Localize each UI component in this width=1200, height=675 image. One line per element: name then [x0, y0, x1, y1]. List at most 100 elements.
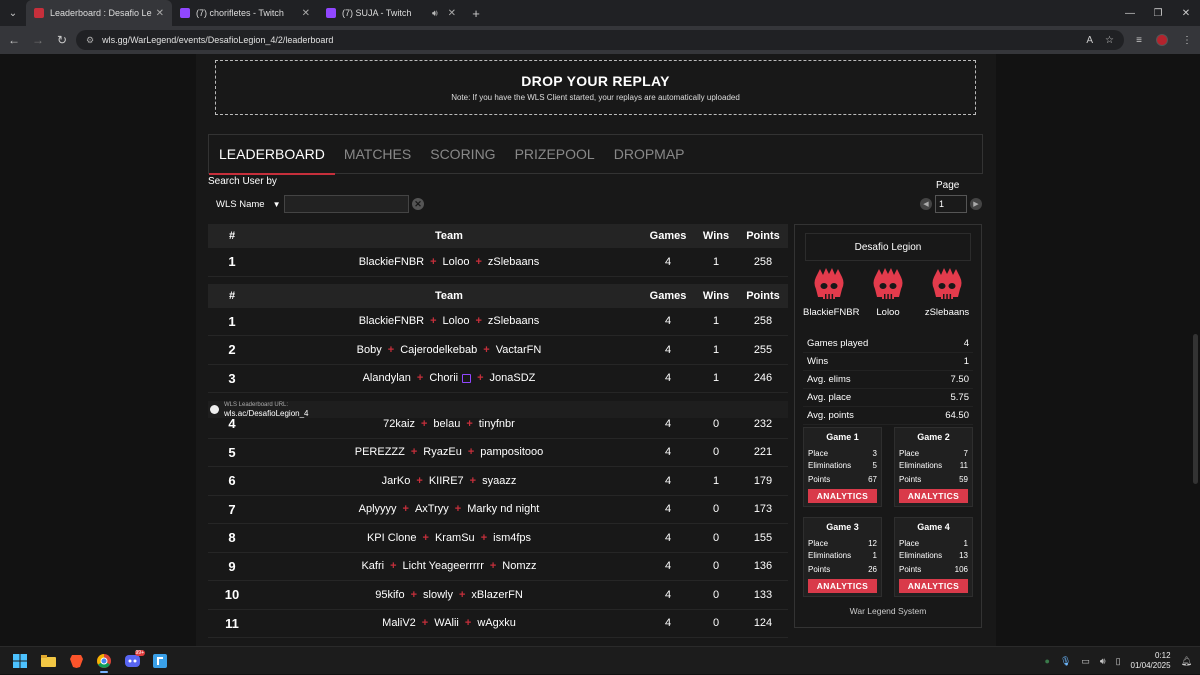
highlighted-team-row[interactable]: 1 BlackieFNBR + Loloo + zSlebaans 4 1 25…: [208, 248, 788, 277]
page-number-input[interactable]: 1: [935, 195, 967, 213]
profile-avatar[interactable]: [1156, 34, 1168, 46]
close-icon[interactable]: ✕: [448, 8, 456, 19]
table-row[interactable]: 7 Aplyyyy + AxTryy + Marky nd night 4 0 173: [208, 495, 788, 524]
browser-tab-chorifletes[interactable]: (7) chorifletes - Twitch ✕: [172, 0, 318, 26]
close-window-icon[interactable]: ✕: [1172, 0, 1200, 26]
player-name[interactable]: KIIRE7: [429, 475, 464, 487]
tab-matches[interactable]: MATCHES: [344, 134, 411, 174]
player-name[interactable]: KPI Clone: [367, 532, 417, 544]
tab-search-button[interactable]: ⌄: [0, 0, 26, 26]
shield-icon[interactable]: ●: [1045, 656, 1050, 666]
tab-dropmap[interactable]: DROPMAP: [614, 134, 685, 174]
analytics-button[interactable]: ANALYTICS: [808, 489, 877, 503]
player-name[interactable]: zSlebaans: [488, 256, 539, 268]
browser-tab-leaderboard[interactable]: Leaderboard : Desafio Legion - ✕: [26, 0, 172, 26]
brave-button[interactable]: [62, 647, 90, 675]
table-row[interactable]: 5 PEREZZZ + RyazEu + pampositooo 4 0 221: [208, 438, 788, 467]
table-row[interactable]: 8 KPI Clone + KramSu + ism4fps 4 0 155: [208, 524, 788, 553]
bookmark-star-icon[interactable]: ☆: [1105, 35, 1114, 46]
prev-page-icon[interactable]: ◀: [920, 198, 932, 210]
player-name[interactable]: Loloo: [443, 256, 470, 268]
player-name[interactable]: ism4fps: [493, 532, 531, 544]
player-name[interactable]: 72kaiz: [383, 418, 415, 430]
forward-icon[interactable]: →: [26, 33, 50, 47]
start-button[interactable]: [6, 647, 34, 675]
player-name[interactable]: Marky nd night: [467, 503, 539, 515]
player-name[interactable]: syaazz: [482, 475, 516, 487]
clear-search-icon[interactable]: ✕: [412, 198, 424, 210]
address-bar[interactable]: ⚙ wls.gg/WarLegend/events/DesafioLegion_…: [76, 30, 1124, 50]
network-icon[interactable]: ▭: [1081, 656, 1090, 667]
player-name[interactable]: PEREZZZ: [355, 446, 405, 458]
team-player[interactable]: zSlebaans: [921, 267, 973, 318]
tab-leaderboard[interactable]: LEADERBOARD: [209, 134, 335, 175]
player-name[interactable]: belau: [433, 418, 460, 430]
table-row[interactable]: 1 BlackieFNBR + Loloo + zSlebaans 4 1 258: [208, 307, 788, 336]
player-name[interactable]: pampositooo: [480, 446, 543, 458]
player-name[interactable]: Nomzz: [502, 560, 536, 572]
reload-icon[interactable]: ↻: [50, 33, 74, 47]
site-info-icon[interactable]: ⚙: [86, 35, 94, 46]
table-row[interactable]: 6 JarKo + KIIRE7 + syaazz 4 1 179: [208, 467, 788, 496]
tab-prizepool[interactable]: PRIZEPOOL: [515, 134, 595, 174]
analytics-button[interactable]: ANALYTICS: [899, 489, 968, 503]
close-icon[interactable]: ✕: [156, 8, 164, 19]
player-name[interactable]: MaliV2: [382, 617, 416, 629]
player-name[interactable]: wAgxku: [477, 617, 516, 629]
table-row[interactable]: 9 Kafri + Licht Yeageerrrrr + Nomzz 4 0 136: [208, 552, 788, 581]
table-row[interactable]: 3 Alandylan + Chorii + JonaSDZ 4 1 246: [208, 364, 788, 393]
next-page-icon[interactable]: ▶: [970, 198, 982, 210]
drop-replay-zone[interactable]: DROP YOUR REPLAY Note: If you have the W…: [215, 60, 976, 115]
player-name[interactable]: 95kifo: [375, 589, 404, 601]
team-player[interactable]: Loloo: [862, 267, 914, 318]
player-name[interactable]: zSlebaans: [488, 315, 539, 327]
file-explorer-button[interactable]: [34, 647, 62, 675]
menu-kebab-icon[interactable]: ⋮: [1182, 35, 1192, 46]
player-name[interactable]: JarKo: [382, 475, 411, 487]
analytics-button[interactable]: ANALYTICS: [899, 579, 968, 593]
analytics-button[interactable]: ANALYTICS: [808, 579, 877, 593]
search-field-select[interactable]: WLS Name ▼: [208, 195, 281, 213]
volume-icon[interactable]: 🔊︎: [1100, 656, 1106, 667]
player-name[interactable]: slowly: [423, 589, 453, 601]
speaker-icon[interactable]: 🔊︎: [432, 8, 438, 19]
new-tab-button[interactable]: +: [464, 0, 488, 26]
app-button[interactable]: [146, 647, 174, 675]
player-name[interactable]: WAlii: [434, 617, 459, 629]
player-name[interactable]: Aplyyyy: [359, 503, 397, 515]
twitch-live-icon[interactable]: [462, 373, 472, 383]
maximize-icon[interactable]: ❐: [1144, 0, 1172, 26]
microphone-icon[interactable]: 🎙︎: [1060, 656, 1071, 667]
media-controls-icon[interactable]: ≡: [1136, 35, 1142, 46]
translate-icon[interactable]: A: [1086, 35, 1093, 46]
player-name[interactable]: JonaSDZ: [490, 372, 536, 384]
table-row[interactable]: 2 Boby + Cajerodelkebab + VactarFN 4 1 255: [208, 336, 788, 365]
player-name[interactable]: BlackieFNBR: [359, 315, 424, 327]
player-name[interactable]: Licht Yeageerrrrr: [403, 560, 484, 572]
player-name[interactable]: KramSu: [435, 532, 475, 544]
player-name[interactable]: Chorii: [429, 372, 458, 384]
player-name[interactable]: Boby: [357, 344, 382, 356]
chrome-button[interactable]: [90, 647, 118, 675]
clock[interactable]: 0:12 01/04/2025: [1131, 651, 1171, 671]
minimize-icon[interactable]: —: [1116, 0, 1144, 26]
player-name[interactable]: Loloo: [443, 315, 470, 327]
battery-icon[interactable]: ▯: [1116, 656, 1121, 667]
page-scrollbar[interactable]: [1193, 334, 1198, 484]
search-input[interactable]: [284, 195, 409, 213]
player-name[interactable]: BlackieFNBR: [359, 256, 424, 268]
player-name[interactable]: Alandylan: [363, 372, 411, 384]
team-player[interactable]: BlackieFNBR: [803, 267, 860, 318]
back-icon[interactable]: ←: [2, 33, 26, 47]
player-name[interactable]: AxTryy: [415, 503, 449, 515]
table-row[interactable]: 10 95kifo + slowly + xBlazerFN 4 0 133: [208, 581, 788, 610]
discord-button[interactable]: 99+: [118, 647, 146, 675]
player-name[interactable]: Cajerodelkebab: [400, 344, 477, 356]
notification-bell-icon[interactable]: 🔔︎: [1181, 656, 1192, 667]
player-name[interactable]: VactarFN: [496, 344, 542, 356]
player-name[interactable]: tinyfnbr: [479, 418, 515, 430]
table-row[interactable]: 11 MaliV2 + WAlii + wAgxku 4 0 124: [208, 609, 788, 638]
tab-scoring[interactable]: SCORING: [430, 134, 495, 174]
leaderboard-url-overlay[interactable]: WLS Leaderboard URL: wls.ac/DesafioLegio…: [208, 401, 788, 418]
player-name[interactable]: RyazEu: [423, 446, 462, 458]
